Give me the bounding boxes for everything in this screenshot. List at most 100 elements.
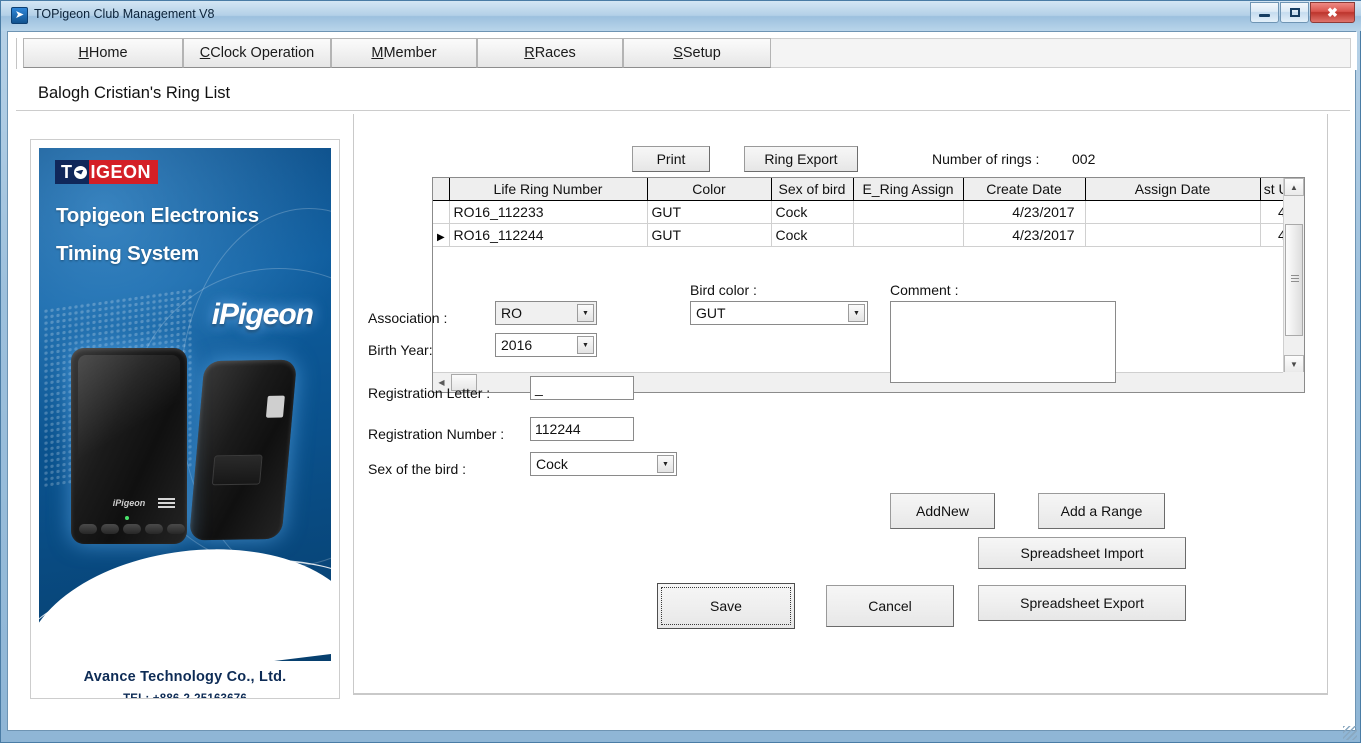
row-selector-current[interactable]: ▶	[433, 223, 450, 247]
close-icon: ✖	[1327, 5, 1338, 20]
company-name: Avance Technology Co., Ltd.	[83, 669, 287, 685]
banner-headline-1: Topigeon Electronics	[56, 204, 259, 227]
menu-tab-label: Clock Operation	[210, 45, 315, 61]
banner-headline-2: Timing System	[56, 242, 199, 265]
registration-letter-input[interactable]: _	[530, 376, 634, 400]
maximize-button[interactable]	[1280, 2, 1309, 23]
association-dropdown[interactable]: RO ▼	[495, 301, 597, 325]
spreadsheet-import-button[interactable]: Spreadsheet Import	[978, 537, 1186, 569]
bird-color-dropdown[interactable]: GUT ▼	[690, 301, 868, 325]
cell-assign-date	[1085, 200, 1261, 224]
sex-of-the-bird-label: Sex of the bird :	[368, 461, 467, 477]
cell-create-date: 4/23/2017	[963, 223, 1086, 247]
spreadsheet-export-button[interactable]: Spreadsheet Export	[978, 585, 1186, 621]
menu-bar-filler	[771, 38, 1351, 68]
vertical-scrollbar-thumb[interactable]	[1285, 224, 1303, 336]
registration-number-label: Registration Number :	[368, 426, 505, 442]
row-selector[interactable]	[433, 200, 450, 224]
grid-vertical-scrollbar[interactable]: ▲ ▼	[1283, 178, 1304, 373]
menu-tab-label: Setup	[682, 45, 721, 61]
menu-tab-races[interactable]: R Races	[477, 38, 623, 68]
bird-color-value: GUT	[696, 305, 726, 321]
menu-tab-label: Member	[383, 45, 437, 61]
cancel-button[interactable]: Cancel	[826, 585, 954, 627]
menu-tab-clock-operation[interactable]: C Clock Operation	[183, 38, 331, 68]
chevron-down-icon[interactable]: ▼	[848, 304, 865, 322]
cell-sex-of-bird: Cock	[771, 200, 854, 224]
close-button[interactable]: ✖	[1310, 2, 1355, 23]
bird-color-label: Bird color :	[690, 282, 757, 298]
device-led-icon	[125, 516, 129, 520]
cell-life-ring-number: RO16_112244	[449, 223, 648, 247]
birth-year-label: Birth Year:	[368, 342, 433, 358]
menu-tab-setup[interactable]: S Setup	[623, 38, 771, 68]
comment-textarea[interactable]	[890, 301, 1116, 383]
cell-assign-date	[1085, 223, 1261, 247]
number-of-rings-value: 002	[1072, 151, 1096, 167]
device-key	[79, 524, 97, 534]
comment-label: Comment :	[890, 282, 959, 298]
table-header-row: Life Ring Number Color Sex of bird E_Rin…	[433, 178, 1284, 201]
banner-footer: Avance Technology Co., Ltd. TEL: +886-2-…	[39, 661, 331, 699]
product-name: iPigeon	[211, 298, 314, 331]
device-port	[265, 395, 285, 418]
promo-banner-image: T IGEON Topigeon Electronics Timing Syst…	[39, 148, 331, 661]
column-header-create-date[interactable]: Create Date	[963, 178, 1086, 201]
scrollbar-grip-icon	[1291, 275, 1299, 282]
cell-color: GUT	[647, 200, 772, 224]
ring-export-button[interactable]: Ring Export	[744, 146, 858, 172]
chevron-down-icon[interactable]: ▼	[577, 336, 594, 354]
sex-of-the-bird-dropdown[interactable]: Cock ▼	[530, 452, 677, 476]
device-front-image: iPigeon	[71, 348, 187, 544]
device-key	[145, 524, 163, 534]
chevron-down-icon[interactable]: ▼	[577, 304, 594, 322]
promo-banner: T IGEON Topigeon Electronics Timing Syst…	[30, 139, 340, 699]
column-header-last-update[interactable]: st Upd	[1260, 178, 1284, 201]
company-phone: TEL: +886-2-25163676	[123, 693, 247, 699]
cell-e-ring-assign	[853, 223, 964, 247]
ring-list-grid[interactable]: Life Ring Number Color Sex of bird E_Rin…	[432, 177, 1305, 393]
device-key	[167, 524, 185, 534]
menu-tab-home[interactable]: H Home	[23, 38, 183, 68]
column-header-assign-date[interactable]: Assign Date	[1085, 178, 1261, 201]
minimize-button[interactable]	[1250, 2, 1279, 23]
logo-text-igeon: IGEON	[90, 161, 152, 182]
chevron-down-icon[interactable]: ▼	[657, 455, 674, 473]
row-selector-header	[433, 178, 450, 201]
client-area: H Home C Clock Operation M Member R Race…	[7, 31, 1357, 731]
column-header-life-ring-number[interactable]: Life Ring Number	[449, 178, 648, 201]
menu-mnemonic: C	[199, 45, 211, 61]
save-button-label: Save	[661, 587, 791, 625]
content-area: T IGEON Topigeon Electronics Timing Syst…	[16, 114, 1350, 719]
scroll-down-arrow-icon[interactable]: ▼	[1284, 355, 1304, 373]
device-key	[101, 524, 119, 534]
column-header-color[interactable]: Color	[647, 178, 772, 201]
maximize-icon	[1289, 8, 1300, 17]
table-row[interactable]: RO16_112233 GUT Cock 4/23/2017 4/2	[433, 200, 1284, 224]
birth-year-dropdown[interactable]: 2016 ▼	[495, 333, 597, 357]
table-row[interactable]: ▶ RO16_112244 GUT Cock 4/23/2017 4/2	[433, 223, 1284, 247]
cell-last-update: 4/2	[1260, 223, 1284, 247]
device-back-image	[188, 359, 298, 541]
add-a-range-button[interactable]: Add a Range	[1038, 493, 1165, 529]
save-button[interactable]: Save	[657, 583, 795, 629]
column-header-sex-of-bird[interactable]: Sex of bird	[771, 178, 854, 201]
cell-create-date: 4/23/2017	[963, 200, 1086, 224]
column-header-e-ring-assign[interactable]: E_Ring Assign	[853, 178, 964, 201]
menu-tab-member[interactable]: M Member	[331, 38, 477, 68]
print-button[interactable]: Print	[632, 146, 710, 172]
registration-number-input[interactable]: 112244	[530, 417, 634, 441]
cell-e-ring-assign	[853, 200, 964, 224]
resize-grip-icon[interactable]	[1343, 726, 1357, 740]
menu-tab-label: Home	[88, 45, 128, 61]
device-keypad	[79, 524, 185, 534]
scroll-up-arrow-icon[interactable]: ▲	[1284, 178, 1304, 196]
association-label: Association :	[368, 310, 448, 326]
menu-tab-label: Races	[534, 45, 576, 61]
menu-mnemonic: S	[673, 45, 683, 61]
title-bar: ➤ TOPigeon Club Management V8 ✖	[1, 1, 1361, 31]
association-value: RO	[501, 305, 522, 321]
add-new-button[interactable]: AddNew	[890, 493, 995, 529]
application-window: ➤ TOPigeon Club Management V8 ✖ H Home C…	[0, 0, 1361, 743]
page-header: Balogh Cristian's Ring List	[16, 77, 1350, 111]
